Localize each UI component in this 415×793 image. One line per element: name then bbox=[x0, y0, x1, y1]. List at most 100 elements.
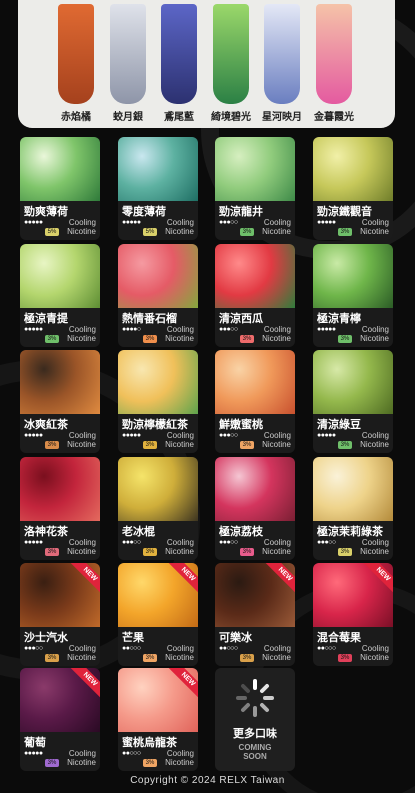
device-color-3[interactable] bbox=[161, 4, 197, 104]
nicotine-label: Nicotine bbox=[67, 440, 96, 449]
loading-spinner-icon bbox=[236, 679, 274, 717]
flavor-name: 極涼茉莉綠茶 bbox=[317, 525, 383, 538]
coming-soon-label: COMING SOON bbox=[238, 743, 272, 761]
flavor-card[interactable]: NEW 蜜桃烏龍茶 ●●○○○ Cooling 3% Nicotine bbox=[118, 668, 198, 771]
nicotine-percent-badge: 3% bbox=[143, 759, 157, 767]
flavor-name: 勁爽薄荷 bbox=[24, 205, 68, 218]
flavor-name: 芒果 bbox=[122, 631, 144, 644]
cooling-label: Cooling bbox=[263, 325, 291, 334]
cooling-rating-dots: ●●●●● bbox=[24, 219, 43, 226]
cooling-label: Cooling bbox=[68, 218, 96, 227]
device-color-label: 金暮霞光 bbox=[314, 112, 354, 123]
flavor-image bbox=[20, 350, 100, 414]
flavor-card[interactable]: 極涼青提 ●●●●● Cooling 3% Nicotine bbox=[20, 244, 100, 347]
cooling-label: Cooling bbox=[263, 431, 291, 440]
nicotine-percent-badge: 3% bbox=[143, 441, 157, 449]
device-color-5[interactable] bbox=[264, 4, 300, 104]
flavor-card[interactable]: 鮮嫩蜜桃 ●●●○○ Cooling 3% Nicotine bbox=[215, 350, 295, 453]
nicotine-percent-badge: 3% bbox=[240, 548, 254, 556]
nicotine-percent-badge: 3% bbox=[338, 654, 352, 662]
cooling-rating-dots: ●●●●○ bbox=[122, 326, 141, 333]
cooling-rating-dots: ●●○○○ bbox=[317, 645, 336, 652]
nicotine-label: Nicotine bbox=[165, 334, 194, 343]
flavor-card[interactable]: 極涼茉莉綠茶 ●●●○○ Cooling 3% Nicotine bbox=[313, 457, 393, 560]
cooling-rating-dots: ●●●○○ bbox=[122, 539, 141, 546]
nicotine-label: Nicotine bbox=[360, 440, 389, 449]
flavor-image bbox=[313, 457, 393, 521]
flavor-card[interactable]: 清涼綠豆 ●●●●● Cooling 3% Nicotine bbox=[313, 350, 393, 453]
cooling-label: Cooling bbox=[166, 431, 194, 440]
nicotine-label: Nicotine bbox=[360, 334, 389, 343]
nicotine-percent-badge: 3% bbox=[338, 228, 352, 236]
nicotine-label: Nicotine bbox=[262, 440, 291, 449]
nicotine-label: Nicotine bbox=[165, 653, 194, 662]
cooling-rating-dots: ●●●●● bbox=[24, 750, 43, 757]
flavor-card[interactable]: NEW 可樂冰 ●●○○○ Cooling 3% Nicotine bbox=[215, 563, 295, 666]
flavor-card[interactable]: 勁涼鐵觀音 ●●●●● Cooling 3% Nicotine bbox=[313, 137, 393, 240]
flavor-card[interactable]: 清涼西瓜 ●●●○○ Cooling 3% Nicotine bbox=[215, 244, 295, 347]
flavor-image bbox=[215, 350, 295, 414]
cooling-label: Cooling bbox=[166, 749, 194, 758]
device-color-4[interactable] bbox=[213, 4, 249, 104]
flavor-name: 極涼荔枝 bbox=[219, 525, 263, 538]
nicotine-label: Nicotine bbox=[360, 227, 389, 236]
flavor-card[interactable]: 洛神花茶 ●●●●● Cooling 3% Nicotine bbox=[20, 457, 100, 560]
nicotine-percent-badge: 3% bbox=[45, 441, 59, 449]
cooling-label: Cooling bbox=[361, 218, 389, 227]
flavor-image bbox=[20, 457, 100, 521]
flavor-card[interactable]: 零度薄荷 ●●●●● Cooling 5% Nicotine bbox=[118, 137, 198, 240]
device-color-6[interactable] bbox=[316, 4, 352, 104]
device-color-2[interactable] bbox=[110, 4, 146, 104]
flavor-image bbox=[313, 350, 393, 414]
flavor-card[interactable]: NEW 芒果 ●●○○○ Cooling 3% Nicotine bbox=[118, 563, 198, 666]
flavor-image bbox=[118, 457, 198, 521]
flavor-card[interactable]: 勁涼檸檬紅茶 ●●●●● Cooling 3% Nicotine bbox=[118, 350, 198, 453]
cooling-rating-dots: ●●○○○ bbox=[122, 750, 141, 757]
cooling-rating-dots: ●●●●● bbox=[317, 432, 336, 439]
flavor-name: 鮮嫩蜜桃 bbox=[219, 418, 263, 431]
nicotine-percent-badge: 3% bbox=[240, 441, 254, 449]
flavor-card[interactable]: NEW 沙士汽水 ●●●○○ Cooling 3% Nicotine bbox=[20, 563, 100, 666]
flavor-image bbox=[313, 137, 393, 201]
nicotine-label: Nicotine bbox=[262, 547, 291, 556]
nicotine-percent-badge: 3% bbox=[338, 548, 352, 556]
cooling-label: Cooling bbox=[68, 431, 96, 440]
nicotine-label: Nicotine bbox=[262, 227, 291, 236]
flavor-name: 勁涼鐵觀音 bbox=[317, 205, 372, 218]
flavor-card[interactable]: 極涼青檸 ●●●●● Cooling 3% Nicotine bbox=[313, 244, 393, 347]
flavor-card[interactable]: 極涼荔枝 ●●●○○ Cooling 3% Nicotine bbox=[215, 457, 295, 560]
nicotine-percent-badge: 5% bbox=[45, 228, 59, 236]
cooling-rating-dots: ●●○○○ bbox=[219, 645, 238, 652]
flavor-card[interactable]: 冰爽紅茶 ●●●●● Cooling 3% Nicotine bbox=[20, 350, 100, 453]
flavor-card[interactable]: 勁涼龍井 ●●●○○ Cooling 3% Nicotine bbox=[215, 137, 295, 240]
more-flavors-title: 更多口味 bbox=[233, 727, 277, 740]
nicotine-percent-badge: 5% bbox=[143, 228, 157, 236]
device-color-1[interactable] bbox=[58, 4, 94, 104]
more-flavors-card[interactable]: 更多口味 COMING SOON bbox=[215, 668, 295, 771]
nicotine-label: Nicotine bbox=[262, 334, 291, 343]
cooling-label: Cooling bbox=[361, 538, 389, 547]
device-colors-panel: 赤焰橘 蛟月銀 鳶尾藍 綺境碧光 星河映月 金暮霞光 bbox=[18, 0, 395, 128]
cooling-label: Cooling bbox=[166, 325, 194, 334]
flavor-image bbox=[118, 350, 198, 414]
flavor-name: 可樂冰 bbox=[219, 631, 252, 644]
cooling-label: Cooling bbox=[263, 644, 291, 653]
flavor-card[interactable]: 熱情番石榴 ●●●●○ Cooling 3% Nicotine bbox=[118, 244, 198, 347]
flavor-card[interactable]: NEW 葡萄 ●●●●● Cooling 3% Nicotine bbox=[20, 668, 100, 771]
cooling-rating-dots: ●●●○○ bbox=[219, 219, 238, 226]
nicotine-percent-badge: 3% bbox=[45, 654, 59, 662]
cooling-rating-dots: ●●●●● bbox=[24, 432, 43, 439]
nicotine-label: Nicotine bbox=[165, 227, 194, 236]
flavor-card[interactable]: 勁爽薄荷 ●●●●● Cooling 5% Nicotine bbox=[20, 137, 100, 240]
nicotine-percent-badge: 3% bbox=[240, 228, 254, 236]
nicotine-percent-badge: 3% bbox=[143, 654, 157, 662]
cooling-rating-dots: ●●●●● bbox=[317, 219, 336, 226]
cooling-rating-dots: ●●●●● bbox=[122, 219, 141, 226]
flavor-card[interactable]: 老冰棍 ●●●○○ Cooling 3% Nicotine bbox=[118, 457, 198, 560]
flavor-name: 冰爽紅茶 bbox=[24, 418, 68, 431]
flavor-name: 沙士汽水 bbox=[24, 631, 68, 644]
cooling-rating-dots: ●●●○○ bbox=[24, 645, 43, 652]
flavor-image bbox=[20, 137, 100, 201]
device-color-label: 鳶尾藍 bbox=[164, 112, 194, 123]
flavor-card[interactable]: NEW 混合莓果 ●●○○○ Cooling 3% Nicotine bbox=[313, 563, 393, 666]
